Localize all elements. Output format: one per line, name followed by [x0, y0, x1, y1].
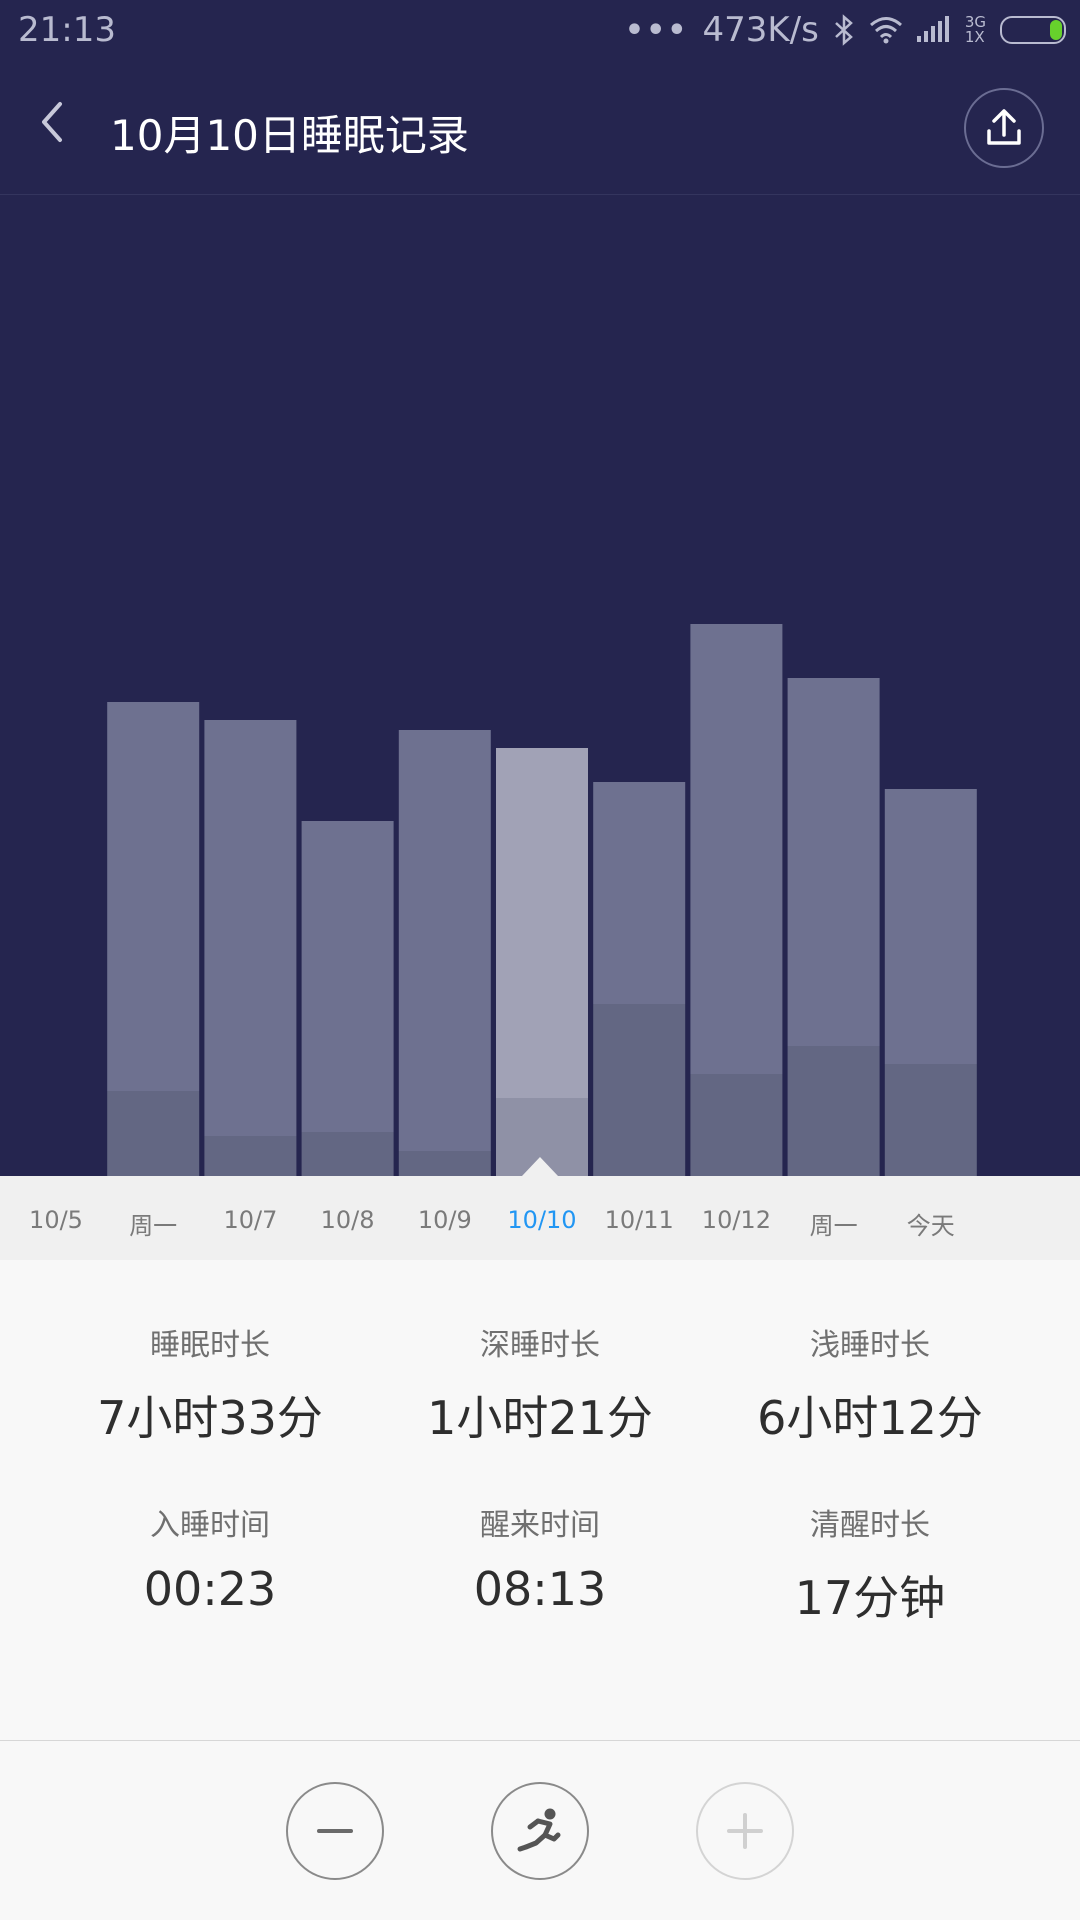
stat-value: 00:23	[143, 1562, 277, 1616]
date-axis: 10/5 周一 10/7 10/8 10/9 10/10 10/11 10/12 周一 今天	[0, 1176, 1080, 1260]
selected-day-pointer	[522, 1157, 558, 1176]
sleep-bar[interactable]	[204, 720, 297, 1136]
minus-icon	[317, 1829, 353, 1833]
deep-sleep-bar[interactable]	[204, 1136, 297, 1176]
stat-label: 浅睡时长	[810, 1328, 930, 1363]
network-type-bottom: 1X	[964, 28, 985, 46]
network-speed: 473K/s	[702, 10, 819, 50]
deep-sleep-bar[interactable]	[884, 1064, 977, 1176]
stat-value: 6小时12分	[757, 1391, 983, 1445]
minus-button[interactable]	[286, 1782, 384, 1880]
deep-sleep-bar[interactable]	[593, 1004, 686, 1176]
deep-sleep-bar[interactable]	[107, 1091, 200, 1176]
stat-sleep-duration: 睡眠时长 7小时33分	[45, 1320, 375, 1448]
stat-label: 深睡时长	[480, 1328, 600, 1363]
stat-deep-sleep: 深睡时长 1小时21分	[375, 1320, 705, 1448]
stat-label: 清醒时长	[810, 1508, 930, 1543]
deep-sleep-bar[interactable]	[398, 1151, 491, 1176]
stat-value: 1小时21分	[427, 1391, 653, 1445]
stat-label: 醒来时间	[480, 1508, 600, 1543]
sleep-bar[interactable]	[787, 678, 880, 1046]
top-panel: 21:13 ••• 473K/s 3G 1X 10月10日睡眠记录	[0, 0, 1080, 1176]
stat-value: 08:13	[473, 1562, 607, 1616]
stat-value: 7小时33分	[97, 1391, 323, 1445]
app-header: 10月10日睡眠记录	[0, 60, 1080, 195]
sleep-bar[interactable]	[690, 624, 783, 1074]
sleep-bar[interactable]	[884, 789, 977, 1064]
stat-light-sleep: 浅睡时长 6小时12分	[705, 1320, 1035, 1448]
stat-awake-duration: 清醒时长 17分钟	[705, 1500, 1035, 1628]
page-title: 10月10日睡眠记录	[110, 111, 469, 160]
sleep-bar[interactable]	[593, 782, 686, 1004]
stat-label: 睡眠时长	[150, 1328, 270, 1363]
sleep-bar-chart[interactable]	[0, 194, 1080, 1176]
signal-icon	[916, 16, 949, 42]
status-right: ••• 473K/s 3G 1X	[625, 8, 1066, 52]
activity-button[interactable]	[491, 1782, 589, 1880]
sleep-bar[interactable]	[107, 702, 200, 1091]
status-time: 21:13	[18, 10, 116, 50]
back-icon[interactable]	[32, 100, 76, 144]
date-tick-label[interactable]: 今天	[871, 1206, 991, 1241]
stat-wake-time: 醒来时间 08:13	[375, 1500, 705, 1616]
deep-sleep-bar[interactable]	[690, 1074, 783, 1176]
sleep-bar[interactable]	[496, 748, 588, 1098]
more-dots-icon: •••	[624, 12, 689, 48]
upload-icon	[987, 109, 1021, 145]
sleep-stats: 睡眠时长 7小时33分 深睡时长 1小时21分 浅睡时长 6小时12分 入睡时间…	[0, 1260, 1080, 1741]
wifi-icon	[869, 17, 902, 44]
running-icon	[517, 1808, 561, 1852]
plus-icon	[727, 1813, 763, 1849]
sleep-bar[interactable]	[301, 821, 394, 1132]
deep-sleep-bar[interactable]	[301, 1132, 394, 1176]
stat-label: 入睡时间	[150, 1508, 270, 1543]
battery-icon	[1000, 16, 1066, 44]
status-bar: 21:13 ••• 473K/s 3G 1X	[0, 0, 1080, 60]
stat-sleep-time: 入睡时间 00:23	[45, 1500, 375, 1616]
share-button[interactable]	[964, 88, 1044, 168]
bluetooth-icon	[834, 14, 853, 46]
sleep-bar[interactable]	[398, 730, 491, 1151]
stat-value: 17分钟	[794, 1571, 946, 1625]
deep-sleep-bar[interactable]	[787, 1046, 880, 1176]
plus-button[interactable]	[696, 1782, 794, 1880]
network-type: 3G 1X	[965, 15, 986, 45]
